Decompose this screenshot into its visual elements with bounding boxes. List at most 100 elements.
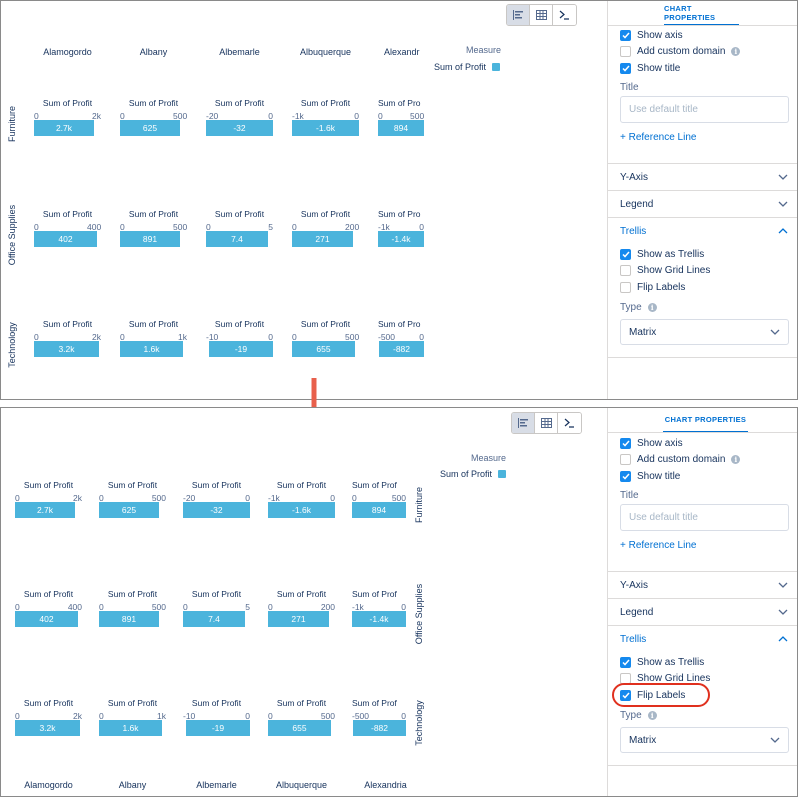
data-bar[interactable]: 894	[352, 502, 406, 518]
checkbox-unchecked[interactable]	[620, 265, 631, 276]
checkbox-checked[interactable]	[620, 438, 631, 449]
cell-title: Sum of Profit	[214, 98, 265, 108]
show-title-checkbox[interactable]: Show title	[620, 471, 680, 482]
check-icon	[621, 473, 630, 480]
data-bar[interactable]: 3.2k	[15, 720, 80, 736]
data-bar[interactable]: 891	[99, 611, 159, 627]
flip-labels-checkbox[interactable]: Flip Labels	[620, 282, 685, 293]
flip-labels-checkbox-label: Flip Labels	[637, 282, 686, 293]
checkbox-checked[interactable]	[620, 63, 631, 74]
data-bar[interactable]: -882	[379, 341, 424, 357]
reference-line-link[interactable]: + Reference Line	[620, 540, 696, 551]
show-as-trellis-checkbox[interactable]: Show as Trellis	[620, 249, 704, 260]
tab-chart-properties[interactable]: CHART PROPERTIES	[663, 408, 748, 433]
type-label: Type i	[620, 710, 657, 721]
column-header: Albemarle	[219, 47, 260, 57]
trellis-type-select[interactable]: Matrix	[620, 727, 789, 753]
data-bar[interactable]: 402	[34, 231, 97, 247]
chevron-down-icon	[778, 582, 788, 588]
show-title-checkbox-label: Show title	[637, 63, 681, 74]
cell-title: Sum of Profit	[42, 209, 93, 219]
trellis-type-select[interactable]: Matrix	[620, 319, 789, 345]
checkbox-unchecked[interactable]	[620, 282, 631, 293]
cell-title: Sum of Profit	[23, 480, 74, 490]
show-axis-checkbox[interactable]: Show axis	[620, 30, 683, 41]
data-bar[interactable]: -882	[353, 720, 406, 736]
section-legend[interactable]: Legend	[608, 598, 797, 625]
cell-title: Sum of Prof	[352, 589, 397, 599]
section-legend[interactable]: Legend	[608, 190, 797, 217]
data-bar[interactable]: 7.4	[206, 231, 268, 247]
data-bar[interactable]: -32	[206, 120, 273, 136]
data-bar[interactable]: 3.2k	[34, 341, 99, 357]
type-label-text: Type	[620, 302, 642, 313]
title-input[interactable]: Use default title	[620, 96, 789, 123]
data-bar[interactable]: -1.4k	[352, 611, 406, 627]
table-icon	[535, 10, 547, 20]
show-grid-lines-checkbox[interactable]: Show Grid Lines	[620, 265, 710, 276]
data-bar[interactable]: -1.4k	[378, 231, 424, 247]
add-custom-domain-checkbox[interactable]: Add custom domain i	[620, 454, 741, 465]
add-custom-domain-checkbox[interactable]: Add custom domain i	[620, 46, 741, 57]
section-y-axis[interactable]: Y-Axis	[608, 163, 797, 190]
data-bar[interactable]: -19	[209, 341, 273, 357]
bar-chart-button[interactable]	[512, 413, 535, 433]
title-label: Title	[620, 82, 639, 93]
table-button[interactable]	[535, 413, 558, 433]
data-bar[interactable]: 271	[292, 231, 353, 247]
console-button[interactable]	[553, 5, 576, 25]
checkbox-checked[interactable]	[620, 30, 631, 41]
data-bar[interactable]: 891	[120, 231, 180, 247]
data-bar[interactable]: -19	[186, 720, 250, 736]
cell-title: Sum of Profit	[107, 698, 158, 708]
data-bar[interactable]: 1.6k	[99, 720, 162, 736]
show-title-checkbox[interactable]: Show title	[620, 63, 680, 74]
row-header: Furniture	[414, 487, 424, 524]
section-trellis-label: Trellis	[620, 225, 647, 237]
tab-chart-properties[interactable]: CHART PROPERTIES	[664, 1, 739, 26]
bar-chart-button[interactable]	[507, 5, 530, 25]
chevron-down-icon	[770, 737, 780, 743]
console-button[interactable]	[558, 413, 581, 433]
checkbox-checked[interactable]	[620, 249, 631, 260]
reference-line-link[interactable]: + Reference Line	[620, 132, 696, 143]
cell-title: Sum of Profit	[300, 319, 351, 329]
title-input[interactable]: Use default title	[620, 504, 789, 531]
data-bar[interactable]: 271	[268, 611, 329, 627]
legend-swatch	[498, 470, 507, 478]
check-icon	[621, 32, 630, 39]
cell-title: Sum of Profit	[214, 209, 265, 219]
data-bar[interactable]: 894	[378, 120, 424, 136]
checkbox-unchecked[interactable]	[620, 46, 631, 57]
data-bar[interactable]: 402	[15, 611, 78, 627]
show-axis-checkbox[interactable]: Show axis	[620, 438, 683, 449]
console-icon	[559, 10, 569, 20]
section-y-axis[interactable]: Y-Axis	[608, 571, 797, 598]
show-as-trellis-checkbox[interactable]: Show as Trellis	[620, 657, 704, 668]
data-bar[interactable]: 625	[120, 120, 180, 136]
checkbox-checked[interactable]	[620, 657, 631, 668]
data-bar[interactable]: 7.4	[183, 611, 245, 627]
cell-title: Sum of Profit	[191, 698, 242, 708]
data-bar[interactable]: 655	[268, 720, 331, 736]
data-bar[interactable]: 2.7k	[15, 502, 75, 518]
show-as-trellis-checkbox-label: Show as Trellis	[637, 249, 705, 260]
cell-title: Sum of Profit	[42, 319, 93, 329]
data-bar[interactable]: -1.6k	[268, 502, 335, 518]
checkbox-checked[interactable]	[620, 471, 631, 482]
row-header: Technology	[414, 700, 424, 746]
column-header: Alexandria	[364, 780, 407, 790]
data-bar[interactable]: -1.6k	[292, 120, 359, 136]
table-button[interactable]	[530, 5, 553, 25]
data-bar[interactable]: 655	[292, 341, 355, 357]
add-custom-domain-checkbox-label: Add custom domain	[637, 454, 726, 465]
data-bar[interactable]: 625	[99, 502, 159, 518]
data-bar[interactable]: 2.7k	[34, 120, 94, 136]
section-trellis[interactable]: Trellis	[608, 625, 797, 652]
section-trellis[interactable]: Trellis	[608, 217, 797, 244]
data-bar[interactable]: 1.6k	[120, 341, 183, 357]
type-label-text: Type	[620, 710, 642, 721]
show-as-trellis-checkbox-label: Show as Trellis	[637, 657, 705, 668]
checkbox-unchecked[interactable]	[620, 454, 631, 465]
data-bar[interactable]: -32	[183, 502, 250, 518]
